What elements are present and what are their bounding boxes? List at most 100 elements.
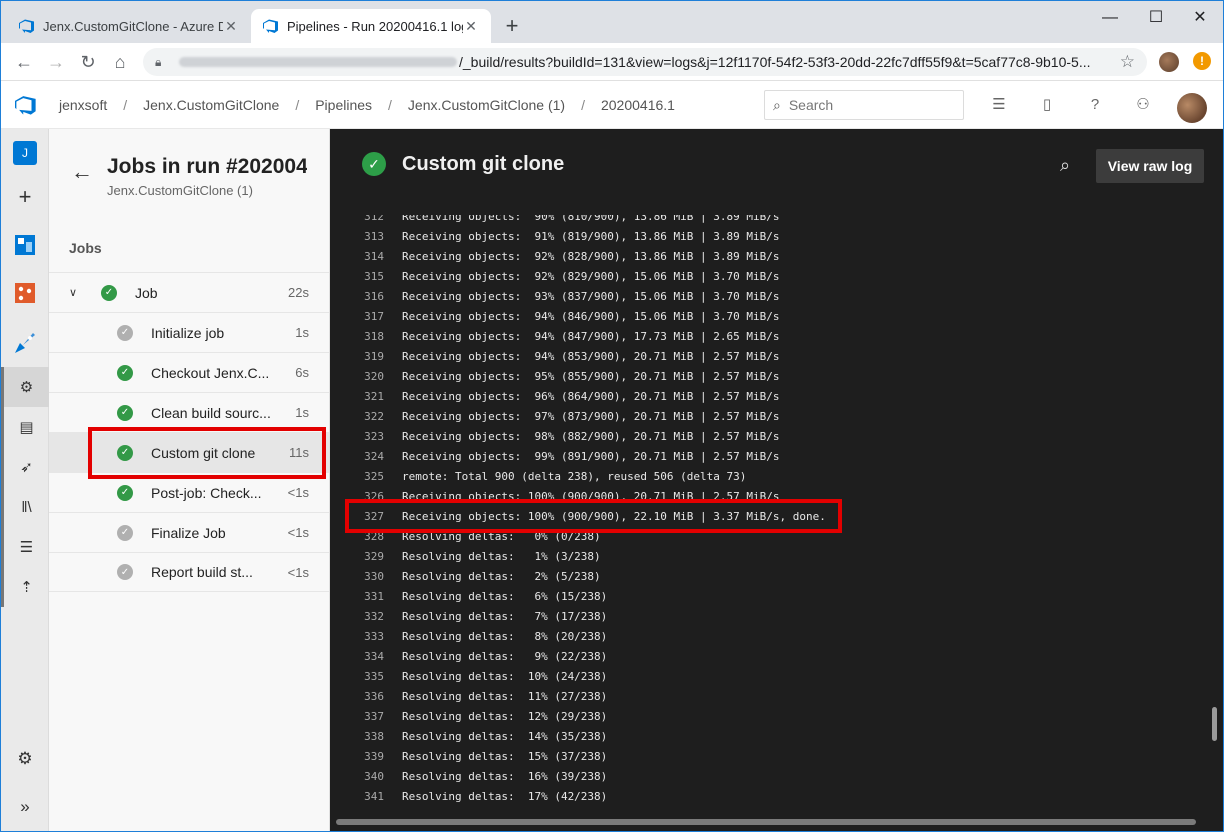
task-groups-icon[interactable]: ☰ <box>1 527 49 567</box>
lock-icon: 🔒︎ <box>155 54 162 69</box>
library-icon[interactable]: ‖\ <box>1 487 49 527</box>
azure-devops-icon <box>19 19 34 33</box>
breadcrumb-org[interactable]: jenxsoft <box>59 97 107 113</box>
deployment-groups-icon[interactable]: ⇡ <box>1 567 49 607</box>
log-line-number: 340 <box>364 770 384 783</box>
breadcrumb-project[interactable]: Jenx.CustomGitClone <box>143 97 279 113</box>
search-placeholder: Search <box>788 97 834 113</box>
maximize-button[interactable]: ☐ <box>1133 5 1179 31</box>
new-tab-button[interactable]: + <box>501 15 523 37</box>
log-line-number: 335 <box>364 670 384 683</box>
log-line-number: 329 <box>364 550 384 563</box>
step-duration: <1s <box>287 485 309 500</box>
add-icon[interactable]: + <box>1 177 49 217</box>
log-line-number: 313 <box>364 230 384 243</box>
settings-icon[interactable]: ⚙ <box>1 739 49 779</box>
success-icon: ✓ <box>362 152 386 176</box>
project-switcher[interactable]: J <box>1 133 49 173</box>
log-line-text: Resolving deltas: 12% (29/238) <box>402 710 608 723</box>
search-box[interactable]: ⌕ Search <box>764 90 964 120</box>
skipped-icon: ✓ <box>117 324 133 341</box>
step-row[interactable]: ✓ Finalize Job <1s <box>49 512 329 552</box>
log-line-number: 337 <box>364 710 384 723</box>
pipelines-sub-builds-icon[interactable]: ⚙︎ <box>1 367 49 407</box>
boards-glyph <box>15 235 35 255</box>
log-line-text: Resolving deltas: 2% (5/238) <box>402 570 601 583</box>
step-row[interactable]: ✓ Report build st... <1s <box>49 552 329 592</box>
step-duration: 1s <box>295 325 309 340</box>
tab-strip: Jenx.CustomGitClone - Azure DevO ✕ Pipel… <box>1 1 1223 43</box>
step-label: Finalize Job <box>151 524 226 541</box>
log-line-number: 319 <box>364 350 384 363</box>
help-icon[interactable]: ? <box>1085 95 1105 115</box>
log-line-number: 317 <box>364 310 384 323</box>
view-raw-log-button[interactable]: View raw log <box>1096 149 1204 183</box>
breadcrumb-pipeline[interactable]: Jenx.CustomGitClone (1) <box>408 97 565 113</box>
log-pane: ✓ Custom git clone ⌕ View raw log 312 Rec… <box>330 129 1223 831</box>
user-avatar[interactable] <box>1177 93 1207 123</box>
back-icon[interactable]: ← <box>13 51 35 73</box>
job-label: Job <box>135 284 158 301</box>
log-line-number: 336 <box>364 690 384 703</box>
back-arrow-icon[interactable]: ← <box>71 159 93 185</box>
log-line-number: 334 <box>364 650 384 663</box>
reload-icon[interactable]: ↻ <box>77 51 99 73</box>
job-row[interactable]: ∨ ✓ Job 22s <box>49 272 329 312</box>
home-icon[interactable]: ⌂ <box>109 51 131 73</box>
search-icon: ⌕ <box>773 96 781 113</box>
search-icon[interactable]: ⌕ <box>1060 155 1070 176</box>
step-row[interactable]: ✓ Initialize job 1s <box>49 312 329 352</box>
log-line-text: Receiving objects: 94% (846/900), 15.06 … <box>402 310 780 323</box>
step-duration: 6s <box>295 365 309 380</box>
step-label: Post-job: Check... <box>151 484 262 501</box>
repos-icon[interactable] <box>1 273 49 313</box>
horizontal-scrollbar[interactable] <box>336 819 1196 825</box>
step-row[interactable]: ✓ Clean build sourc... 1s <box>49 392 329 432</box>
log-line-text: Resolving deltas: 14% (35/238) <box>402 730 608 743</box>
log-line-text: Resolving deltas: 15% (37/238) <box>402 750 608 763</box>
log-line-number: 330 <box>364 570 384 583</box>
breadcrumb-pipelines[interactable]: Pipelines <box>315 97 372 113</box>
vertical-scrollbar[interactable] <box>1212 707 1217 741</box>
chevron-down-icon[interactable]: ∨ <box>69 286 77 299</box>
log-line-number: 322 <box>364 410 384 423</box>
tab-azure-devops[interactable]: Jenx.CustomGitClone - Azure DevO ✕ <box>7 9 251 43</box>
highlight-box-log-line <box>345 499 842 533</box>
log-line-number: 324 <box>364 450 384 463</box>
boards-icon[interactable] <box>1 225 49 265</box>
tab-title: Jenx.CustomGitClone - Azure DevO <box>43 18 223 34</box>
log-line-number: 325 <box>364 470 384 483</box>
jobs-panel: ← Jobs in run #20200416.1 Jenx.CustomGit… <box>49 129 330 831</box>
shopping-bag-icon[interactable]: ▯ <box>1037 95 1057 115</box>
log-line-text: Resolving deltas: 27% (66/238) <box>402 807 607 811</box>
tab-pipelines[interactable]: Pipelines - Run 20200416.1 logs ✕ <box>251 9 491 43</box>
success-icon: ✓ <box>117 484 133 501</box>
log-line-number: 320 <box>364 370 384 383</box>
environments-icon[interactable]: ▤ <box>1 407 49 447</box>
window-close-button[interactable]: ✕ <box>1177 5 1223 31</box>
log-line-text: Resolving deltas: 17% (42/238) <box>402 790 608 803</box>
collapse-icon[interactable]: » <box>1 787 49 827</box>
step-row[interactable]: ✓ Checkout Jenx.C... 6s <box>49 352 329 392</box>
log-line-text: Receiving objects: 96% (864/900), 20.71 … <box>402 390 780 403</box>
log-line-number: 318 <box>364 330 384 343</box>
close-icon[interactable]: ✕ <box>223 18 239 35</box>
browser-window: Jenx.CustomGitClone - Azure DevO ✕ Pipel… <box>0 0 1224 832</box>
list-icon[interactable]: ☰ <box>989 95 1009 115</box>
log-line-number: 339 <box>364 750 384 763</box>
forward-icon[interactable]: → <box>45 51 67 73</box>
profile-avatar[interactable] <box>1159 52 1179 72</box>
user-settings-icon[interactable]: ⚇ <box>1133 95 1153 115</box>
bookmark-star-icon[interactable]: ☆ <box>1120 52 1135 72</box>
breadcrumb-run[interactable]: 20200416.1 <box>601 97 675 113</box>
close-icon[interactable]: ✕ <box>463 18 479 35</box>
step-label: Clean build sourc... <box>151 404 271 421</box>
pipelines-icon[interactable] <box>1 323 49 363</box>
address-bar[interactable]: 🔒︎ /_build/results?buildId=131&view=logs… <box>143 48 1147 76</box>
update-icon[interactable]: ! <box>1193 52 1211 70</box>
minimize-button[interactable]: — <box>1087 5 1133 31</box>
azure-devops-logo-icon[interactable] <box>15 94 37 116</box>
releases-icon[interactable]: ➶ <box>1 447 49 487</box>
log-line-text: Receiving objects: 97% (873/900), 20.71 … <box>402 410 780 423</box>
project-avatar: J <box>13 141 37 165</box>
